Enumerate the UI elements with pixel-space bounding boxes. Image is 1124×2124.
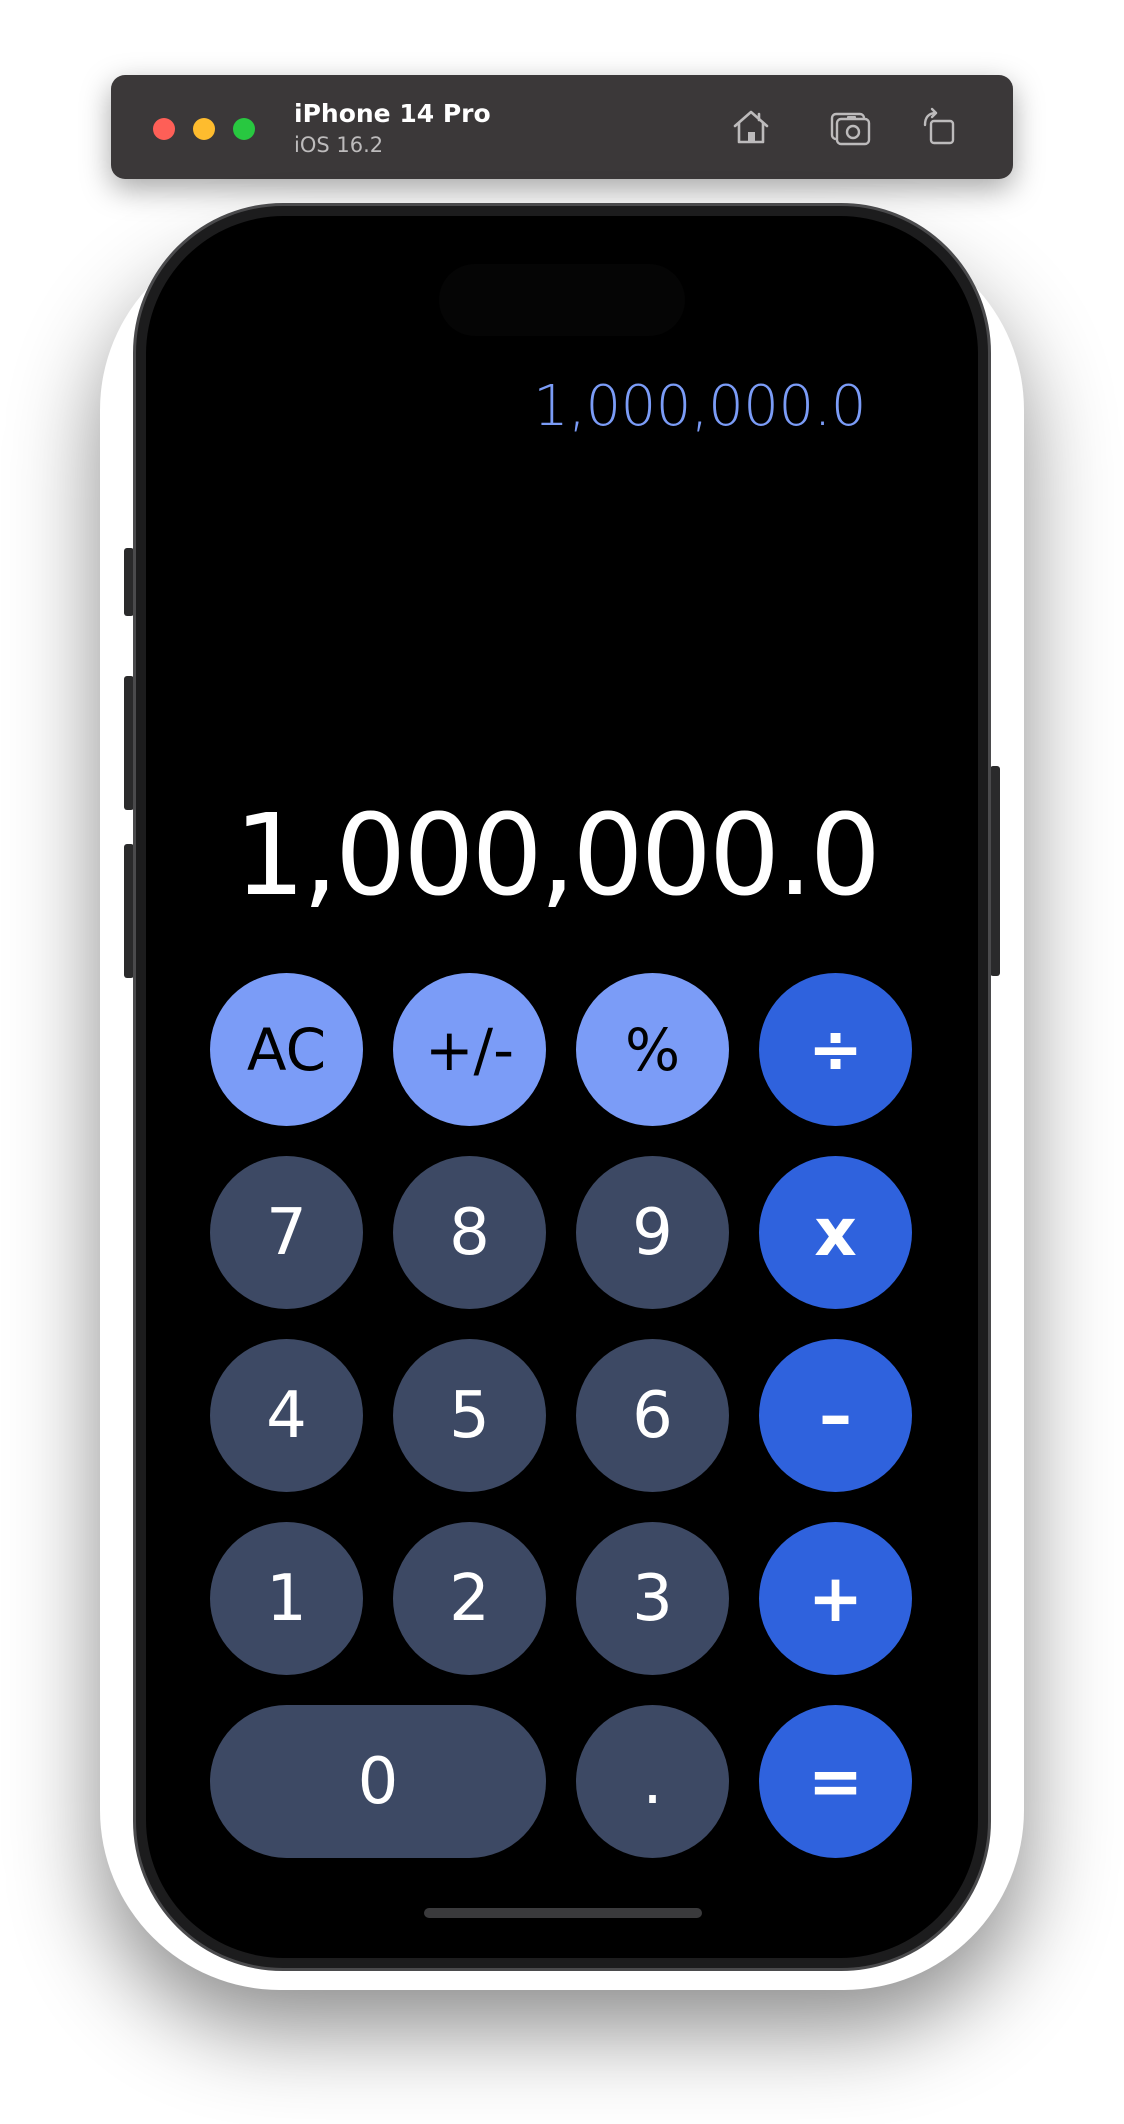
digit-7-button[interactable]: 7 (210, 1156, 363, 1309)
minimize-window-button[interactable] (193, 118, 215, 140)
dynamic-island (439, 264, 685, 336)
digit-4-button[interactable]: 4 (210, 1339, 363, 1492)
digit-5-button[interactable]: 5 (393, 1339, 546, 1492)
simulator-title-bar: iPhone 14 Pro iOS 16.2 (111, 75, 1013, 179)
power-button[interactable] (990, 766, 1000, 976)
digit-0-button[interactable]: 0 (210, 1705, 546, 1858)
digit-9-button[interactable]: 9 (576, 1156, 729, 1309)
percent-button[interactable]: % (576, 973, 729, 1126)
digit-3-button[interactable]: 3 (576, 1522, 729, 1675)
plus-minus-button[interactable]: +/- (393, 973, 546, 1126)
minus-button[interactable]: – (759, 1339, 912, 1492)
rotate-icon (923, 107, 955, 145)
rotate-button[interactable] (913, 101, 965, 153)
digit-2-button[interactable]: 2 (393, 1522, 546, 1675)
phone-screen: 1,000,000.0 1,000,000.0 AC +/- % ÷ 7 8 9… (146, 216, 978, 1958)
home-indicator[interactable] (424, 1908, 702, 1918)
digit-1-button[interactable]: 1 (210, 1522, 363, 1675)
equals-button[interactable]: = (759, 1705, 912, 1858)
result-display: 1,000,000.0 (234, 791, 881, 921)
divide-button[interactable]: ÷ (759, 973, 912, 1126)
digit-6-button[interactable]: 6 (576, 1339, 729, 1492)
close-window-button[interactable] (153, 118, 175, 140)
os-version: iOS 16.2 (294, 133, 384, 157)
digit-8-button[interactable]: 8 (393, 1156, 546, 1309)
home-button[interactable] (725, 101, 777, 153)
multiply-button[interactable]: x (759, 1156, 912, 1309)
plus-button[interactable]: + (759, 1522, 912, 1675)
calculator-keypad: AC +/- % ÷ 7 8 9 x 4 5 6 – 1 2 3 + 0 . = (210, 973, 912, 1858)
device-name: iPhone 14 Pro (294, 99, 491, 128)
zoom-window-button[interactable] (233, 118, 255, 140)
screenshot-button[interactable] (824, 101, 876, 153)
home-icon (733, 110, 769, 144)
decimal-button[interactable]: . (576, 1705, 729, 1858)
screenshot-icon (830, 112, 871, 146)
history-display: 1,000,000.0 (533, 374, 866, 439)
clear-button[interactable]: AC (210, 973, 363, 1126)
